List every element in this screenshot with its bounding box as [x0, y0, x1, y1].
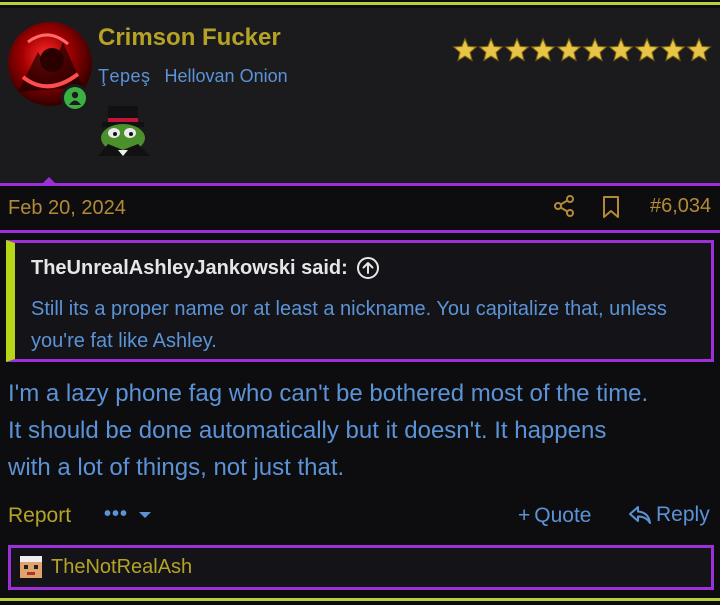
post-body-line: It should be done automatically but it d… [8, 417, 607, 444]
quote-button[interactable]: + Quote [518, 504, 591, 528]
user-title-secondary: Hellovan Onion [164, 66, 288, 86]
post-header-bottom-border [0, 230, 720, 233]
username[interactable]: Crimson Fucker [98, 24, 281, 52]
user-title-primary: Ţepeş [98, 66, 151, 86]
chevron-down-icon [139, 511, 152, 518]
post-date[interactable]: Feb 20, 2024 [8, 197, 126, 220]
share-icon[interactable] [552, 194, 576, 218]
quote-text: Still its a proper name or at least a ni… [31, 298, 667, 352]
bottom-divider [0, 598, 720, 601]
quote-jump-icon[interactable] [356, 256, 380, 280]
star-icon [556, 37, 582, 62]
reply-button-label: Reply [656, 503, 710, 526]
report-button[interactable]: Report [8, 504, 71, 528]
quote-author-label: TheUnrealAshleyJankowski said: [31, 256, 348, 279]
user-banner-frog-icon [96, 100, 154, 158]
star-icon [660, 37, 686, 62]
star-icon [686, 37, 712, 62]
quote-block: TheUnrealAshleyJankowski said: Still its… [6, 240, 714, 362]
quote-author: TheUnrealAshleyJankowski said: [31, 256, 380, 280]
online-status-icon [61, 84, 89, 112]
star-icon [452, 37, 478, 62]
post-body-line: I'm a lazy phone fag who can't be bother… [8, 380, 649, 407]
reaction-icon [20, 556, 42, 578]
post-number-link[interactable]: #6,034 [650, 195, 711, 218]
star-icon [504, 37, 530, 62]
star-icon [582, 37, 608, 62]
reaction-user-link[interactable]: TheNotRealAsh [51, 556, 192, 579]
post-header-top-border [0, 183, 720, 186]
star-icon [608, 37, 634, 62]
post-body-line: with a lot of things, not just that. [8, 454, 345, 481]
quote-button-label: Quote [534, 504, 592, 527]
reply-button[interactable]: Reply [628, 503, 710, 527]
plus-icon: + [518, 504, 531, 527]
reply-icon [629, 506, 651, 524]
user-titles: Ţepeş Hellovan Onion [98, 66, 288, 87]
reactions-bar: TheNotRealAsh [8, 545, 714, 590]
user-rating-stars [452, 36, 712, 64]
more-options-menu[interactable]: ••• [104, 503, 152, 526]
top-divider [0, 2, 720, 5]
star-icon [478, 37, 504, 62]
more-dots: ••• [104, 503, 129, 525]
post-body: I'm a lazy phone fag who can't be bother… [8, 375, 718, 486]
star-icon [530, 37, 556, 62]
bookmark-icon[interactable] [600, 195, 622, 219]
star-icon [634, 37, 660, 62]
